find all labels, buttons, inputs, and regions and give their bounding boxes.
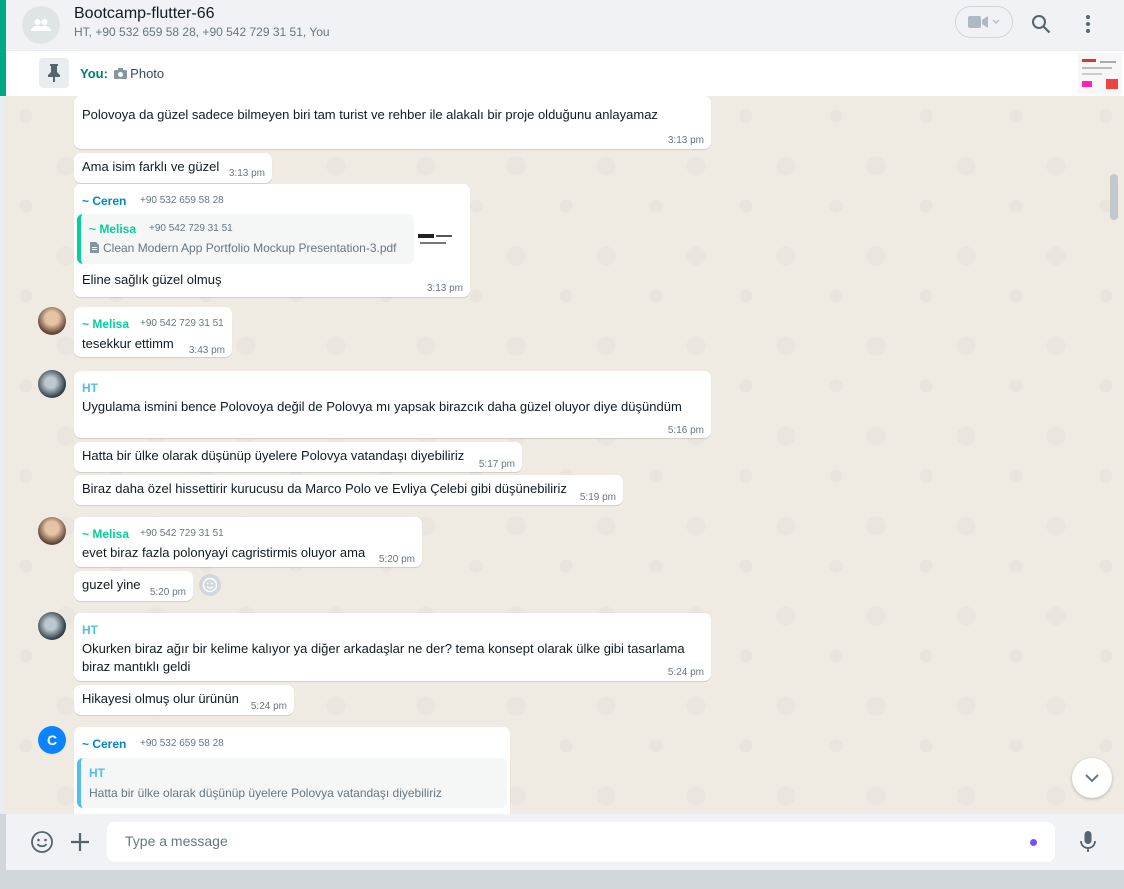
video-call-icon xyxy=(968,16,988,28)
sender-phone: +90 542 729 31 51 xyxy=(140,528,224,539)
scrollbar-thumb[interactable] xyxy=(1110,174,1118,220)
emoji-icon xyxy=(31,831,53,853)
message-list[interactable]: Polovoya da güzel sadece bilmeyen biri t… xyxy=(6,96,1124,814)
chevron-down-icon xyxy=(1085,773,1099,782)
message-time: 5:24 pm xyxy=(250,701,287,712)
message-time: 5:17 pm xyxy=(478,459,515,470)
message-time: 3:13 pm xyxy=(426,283,463,294)
avatar[interactable] xyxy=(38,517,66,545)
message-bubble[interactable]: Hikayesi olmuş olur ürünün 5:24 pm xyxy=(74,685,294,715)
pinned-message-bar[interactable]: You: Photo xyxy=(6,51,1076,97)
group-icon xyxy=(31,19,51,31)
camera-icon xyxy=(113,68,127,79)
chat-header[interactable]: Bootcamp-flutter-66 HT, +90 532 659 58 2… xyxy=(6,0,1124,51)
message-time: 5:20 pm xyxy=(378,554,415,565)
search-icon xyxy=(1032,15,1051,34)
message-text: evet biraz fazla polonyayi cagristirmis … xyxy=(82,545,366,560)
message-time: 3:13 pm xyxy=(228,168,265,179)
quoted-sender: HT xyxy=(89,766,105,780)
message-time: 5:16 pm xyxy=(667,425,704,436)
attach-button[interactable] xyxy=(67,829,93,855)
message-text: Ama isim farklı ve güzel xyxy=(82,159,220,174)
message-text: tesekkur ettimm xyxy=(82,336,174,351)
message-text: Polovoya da güzel sadece bilmeyen biri t… xyxy=(82,107,658,122)
avatar[interactable] xyxy=(38,612,66,640)
document-icon xyxy=(90,242,99,253)
quoted-file-name: Clean Modern App Portfolio Mockup Presen… xyxy=(103,241,397,255)
message-text: guzel yine xyxy=(82,577,141,592)
chevron-down-icon xyxy=(992,19,1000,24)
quoted-text: Hatta bir ülke olarak düşünüp üyelere Po… xyxy=(89,786,442,800)
message-time: 3:43 pm xyxy=(188,345,225,356)
message-text-line: biraz mantıklı geldi xyxy=(82,659,191,674)
group-avatar[interactable] xyxy=(22,6,60,44)
quoted-message[interactable]: ~ Melisa +90 542 729 31 51 Clean Modern … xyxy=(77,214,414,264)
plus-icon xyxy=(71,833,89,851)
voice-message-button[interactable] xyxy=(1075,829,1101,855)
thumbnail-preview xyxy=(1078,53,1122,94)
chat-window: Bootcamp-flutter-66 HT, +90 532 659 58 2… xyxy=(6,0,1124,889)
avatar[interactable]: C xyxy=(38,726,66,754)
microphone-icon xyxy=(1080,831,1096,852)
message-text: Hatta bir ülke olarak düşünüp üyelere Po… xyxy=(82,448,465,463)
avatar[interactable] xyxy=(38,370,66,398)
message-text: Hikayesi olmuş olur ürünün xyxy=(82,691,239,706)
message-bubble[interactable]: ~ Ceren +90 532 659 58 28 ~ Melisa +90 5… xyxy=(74,184,470,297)
message-composer xyxy=(6,814,1124,870)
message-bubble[interactable]: Polovoya da güzel sadece bilmeyen biri t… xyxy=(74,96,711,149)
message-time: 5:24 pm xyxy=(667,667,704,678)
message-time: 3:13 pm xyxy=(667,135,704,146)
message-bubble[interactable]: Hatta bir ülke olarak düşünüp üyelere Po… xyxy=(74,442,522,472)
smiley-reaction-icon xyxy=(202,577,218,593)
pinned-message-text[interactable]: You: Photo xyxy=(80,66,164,81)
scroll-to-bottom-button[interactable] xyxy=(1072,758,1112,798)
chat-participants[interactable]: HT, +90 532 659 58 28, +90 542 729 31 51… xyxy=(74,25,330,39)
emoji-button[interactable] xyxy=(29,829,55,855)
message-bubble[interactable]: HT Okurken biraz ağır bir kelime kalıyor… xyxy=(74,613,711,681)
message-sender[interactable]: ~ Ceren xyxy=(82,194,126,208)
message-text: Eline sağlık güzel olmuş xyxy=(82,272,222,287)
message-text: Biraz daha özel hissettirir kurucusu da … xyxy=(82,481,567,496)
message-bubble[interactable]: Biraz daha özel hissettirir kurucusu da … xyxy=(74,475,623,505)
menu-icon xyxy=(1086,15,1090,33)
message-bubble[interactable]: Ama isim farklı ve güzel 3:13 pm xyxy=(74,153,272,183)
message-input-wrapper[interactable] xyxy=(107,822,1055,862)
ai-indicator xyxy=(1030,839,1037,846)
quoted-phone: +90 542 729 31 51 xyxy=(149,223,233,234)
message-bubble[interactable]: ~ Melisa +90 542 729 31 51 evet biraz fa… xyxy=(74,517,422,567)
avatar[interactable] xyxy=(38,307,66,335)
message-input[interactable] xyxy=(123,832,1007,850)
quoted-sender: ~ Melisa xyxy=(89,222,137,236)
message-bubble[interactable]: guzel yine 5:20 pm xyxy=(74,571,193,601)
message-sender[interactable]: ~ Melisa xyxy=(82,317,129,331)
message-bubble[interactable]: ~ Ceren +90 532 659 58 28 HT Hatta bir ü… xyxy=(74,727,510,814)
pinned-photo-thumbnail[interactable] xyxy=(1076,51,1124,96)
message-text-line: Okurken biraz ağır bir kelime kalıyor ya… xyxy=(82,641,685,656)
message-sender[interactable]: HT xyxy=(82,381,98,395)
file-thumbnail[interactable] xyxy=(414,222,458,258)
message-time: 5:19 pm xyxy=(579,492,616,503)
react-button[interactable] xyxy=(199,574,221,596)
pin-button[interactable] xyxy=(39,58,69,88)
message-time: 5:20 pm xyxy=(149,587,186,598)
quoted-message[interactable]: HT Hatta bir ülke olarak düşünüp üyelere… xyxy=(77,758,507,808)
message-sender[interactable]: ~ Ceren xyxy=(82,737,126,751)
message-bubble[interactable]: HT Uygulama ismini bence Polovoya değil … xyxy=(74,371,711,438)
message-sender[interactable]: HT xyxy=(82,623,98,637)
chat-title[interactable]: Bootcamp-flutter-66 xyxy=(74,5,215,23)
message-sender[interactable]: ~ Melisa xyxy=(82,527,129,541)
pin-icon xyxy=(48,64,60,82)
sender-phone: +90 542 729 31 51 xyxy=(140,318,224,329)
window-bottom-edge xyxy=(0,870,1124,889)
menu-button[interactable] xyxy=(1076,12,1100,36)
search-button[interactable] xyxy=(1029,12,1053,36)
sender-phone: +90 532 659 58 28 xyxy=(140,738,224,749)
video-call-button[interactable] xyxy=(955,6,1013,38)
message-text: Uygulama ismini bence Polovoya değil de … xyxy=(82,399,682,414)
pinned-message-label: Photo xyxy=(130,66,165,81)
sender-phone: +90 532 659 58 28 xyxy=(140,195,224,206)
message-bubble[interactable]: ~ Melisa +90 542 729 31 51 tesekkur etti… xyxy=(74,307,232,357)
pinned-author: You: xyxy=(80,66,108,81)
